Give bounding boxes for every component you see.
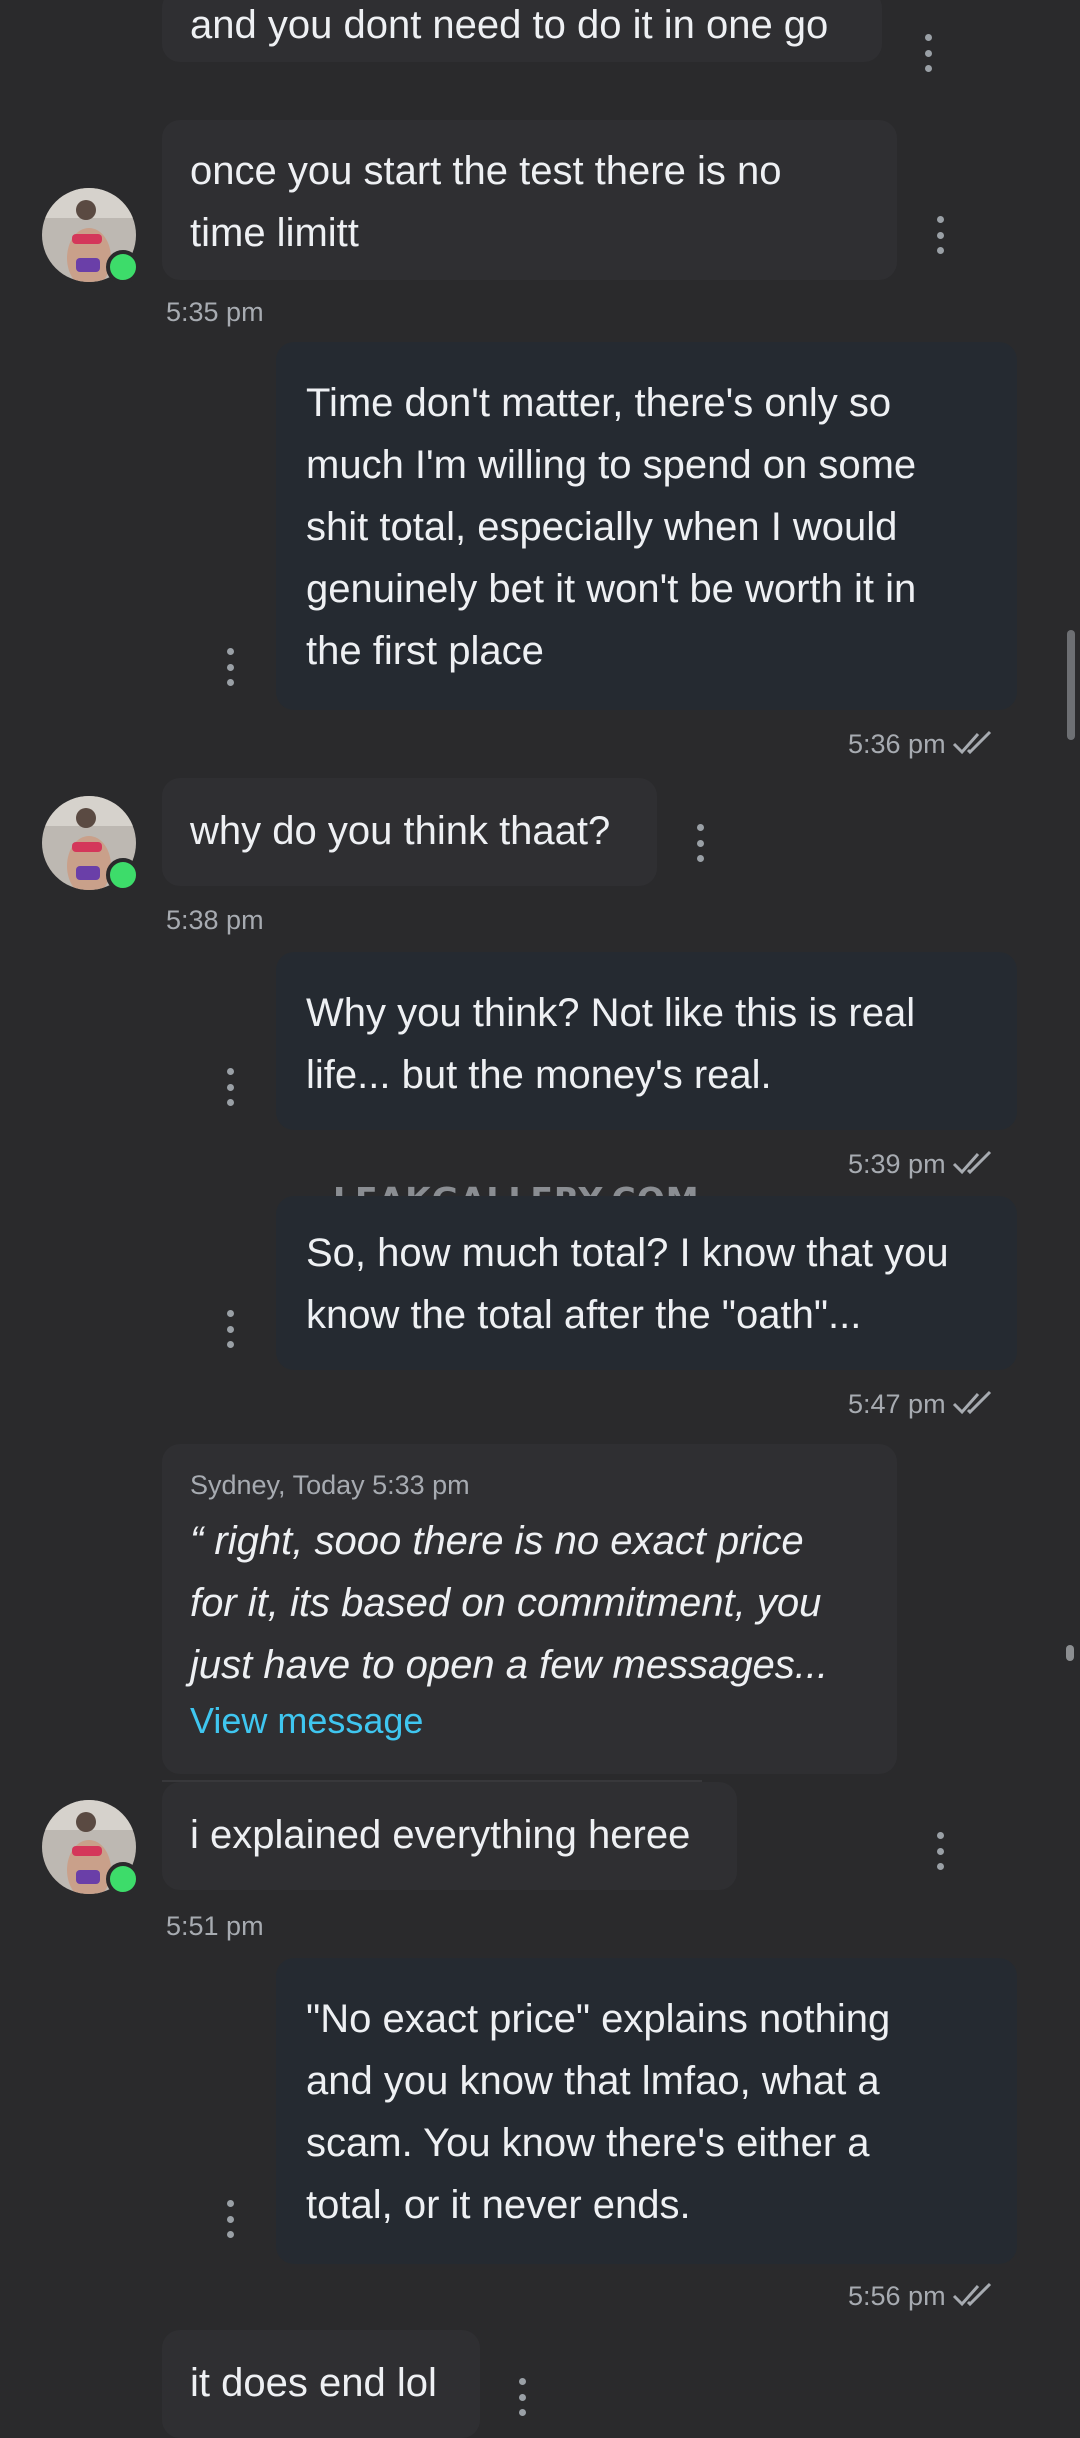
timestamp-text: 5:36 pm	[848, 729, 946, 759]
timestamp-text: 5:39 pm	[848, 1149, 946, 1179]
message-timestamp: 5:47 pm	[848, 1388, 1002, 1420]
message-text-line: time limitt	[190, 211, 359, 255]
outgoing-message[interactable]: Time don't matter, there's only so much …	[276, 342, 1017, 710]
read-receipt-icon	[952, 1390, 991, 1415]
message-timestamp: 5:38 pm	[166, 905, 264, 935]
read-receipt-icon	[952, 730, 991, 755]
message-text: why do you think thaat?	[190, 809, 611, 853]
message-timestamp: 5:36 pm	[848, 728, 1002, 760]
message-timestamp: 5:39 pm	[848, 1148, 1002, 1180]
scrollbar-thumb[interactable]	[1067, 630, 1075, 740]
message-text-line: much I'm willing to spend on some	[306, 443, 917, 487]
incoming-message[interactable]: and you dont need to do it in one go	[162, 0, 882, 62]
message-text-line: life... but the money's real.	[306, 1053, 772, 1097]
contact-avatar[interactable]	[42, 188, 140, 284]
message-text-line: genuinely bet it won't be worth it in	[306, 567, 917, 611]
incoming-message[interactable]: once you start the test there is no time…	[162, 120, 897, 280]
scroll-indicator	[1066, 1645, 1074, 1661]
view-message-link[interactable]: View message	[190, 1696, 869, 1746]
message-text: it does end lol	[190, 2361, 437, 2405]
contact-avatar[interactable]	[42, 1800, 140, 1896]
message-text-line: and you know that lmfao, what a	[306, 2059, 880, 2103]
read-receipt-icon	[952, 2282, 991, 2307]
message-options-icon[interactable]	[514, 2378, 530, 2416]
outgoing-message[interactable]: "No exact price" explains nothing and yo…	[276, 1958, 1017, 2264]
online-status-dot	[106, 858, 140, 892]
message-text-line: "No exact price" explains nothing	[306, 1997, 891, 2041]
message-text-line: scam. You know there's either a	[306, 2121, 870, 2165]
outgoing-message[interactable]: Why you think? Not like this is real lif…	[276, 952, 1017, 1130]
quote-author-time: Sydney, Today 5:33 pm	[190, 1470, 470, 1500]
quote-text-line: “ right, sooo there is no exact price	[190, 1519, 804, 1563]
message-timestamp: 5:35 pm	[166, 297, 264, 327]
message-options-icon[interactable]	[692, 824, 708, 862]
message-text-line: Time don't matter, there's only so	[306, 381, 892, 425]
quote-text-line: just have to open a few messages...	[190, 1643, 829, 1687]
quoted-message[interactable]: Sydney, Today 5:33 pm “ right, sooo ther…	[162, 1444, 897, 1774]
message-text-line: once you start the test there is no	[190, 149, 782, 193]
contact-avatar[interactable]	[42, 796, 140, 892]
incoming-message[interactable]: it does end lol	[162, 2330, 480, 2438]
message-options-icon[interactable]	[932, 216, 948, 254]
timestamp-text: 5:47 pm	[848, 1389, 946, 1419]
message-text: and you dont need to do it in one go	[190, 3, 829, 47]
incoming-message[interactable]: why do you think thaat?	[162, 778, 657, 886]
message-options-icon[interactable]	[932, 1832, 948, 1870]
message-text-line: shit total, especially when I would	[306, 505, 898, 549]
quote-text-line: for it, its based on commitment, you	[190, 1581, 822, 1625]
read-receipt-icon	[952, 1150, 991, 1175]
online-status-dot	[106, 1862, 140, 1896]
message-options-icon[interactable]	[222, 1068, 238, 1106]
online-status-dot	[106, 250, 140, 284]
incoming-message[interactable]: i explained everything heree	[162, 1782, 737, 1890]
timestamp-text: 5:56 pm	[848, 2281, 946, 2311]
message-text-line: know the total after the "oath"...	[306, 1293, 862, 1337]
message-text-line: Why you think? Not like this is real	[306, 991, 916, 1035]
message-timestamp: 5:51 pm	[166, 1911, 264, 1941]
message-text-line: So, how much total? I know that you	[306, 1231, 949, 1275]
message-options-icon[interactable]	[222, 2200, 238, 2238]
message-text-line: total, or it never ends.	[306, 2183, 691, 2227]
message-text-line: the first place	[306, 629, 544, 673]
outgoing-message[interactable]: So, how much total? I know that you know…	[276, 1196, 1017, 1370]
message-options-icon[interactable]	[920, 34, 936, 72]
message-text: i explained everything heree	[190, 1813, 691, 1857]
message-options-icon[interactable]	[222, 648, 238, 686]
message-options-icon[interactable]	[222, 1310, 238, 1348]
message-timestamp: 5:56 pm	[848, 2280, 1002, 2312]
